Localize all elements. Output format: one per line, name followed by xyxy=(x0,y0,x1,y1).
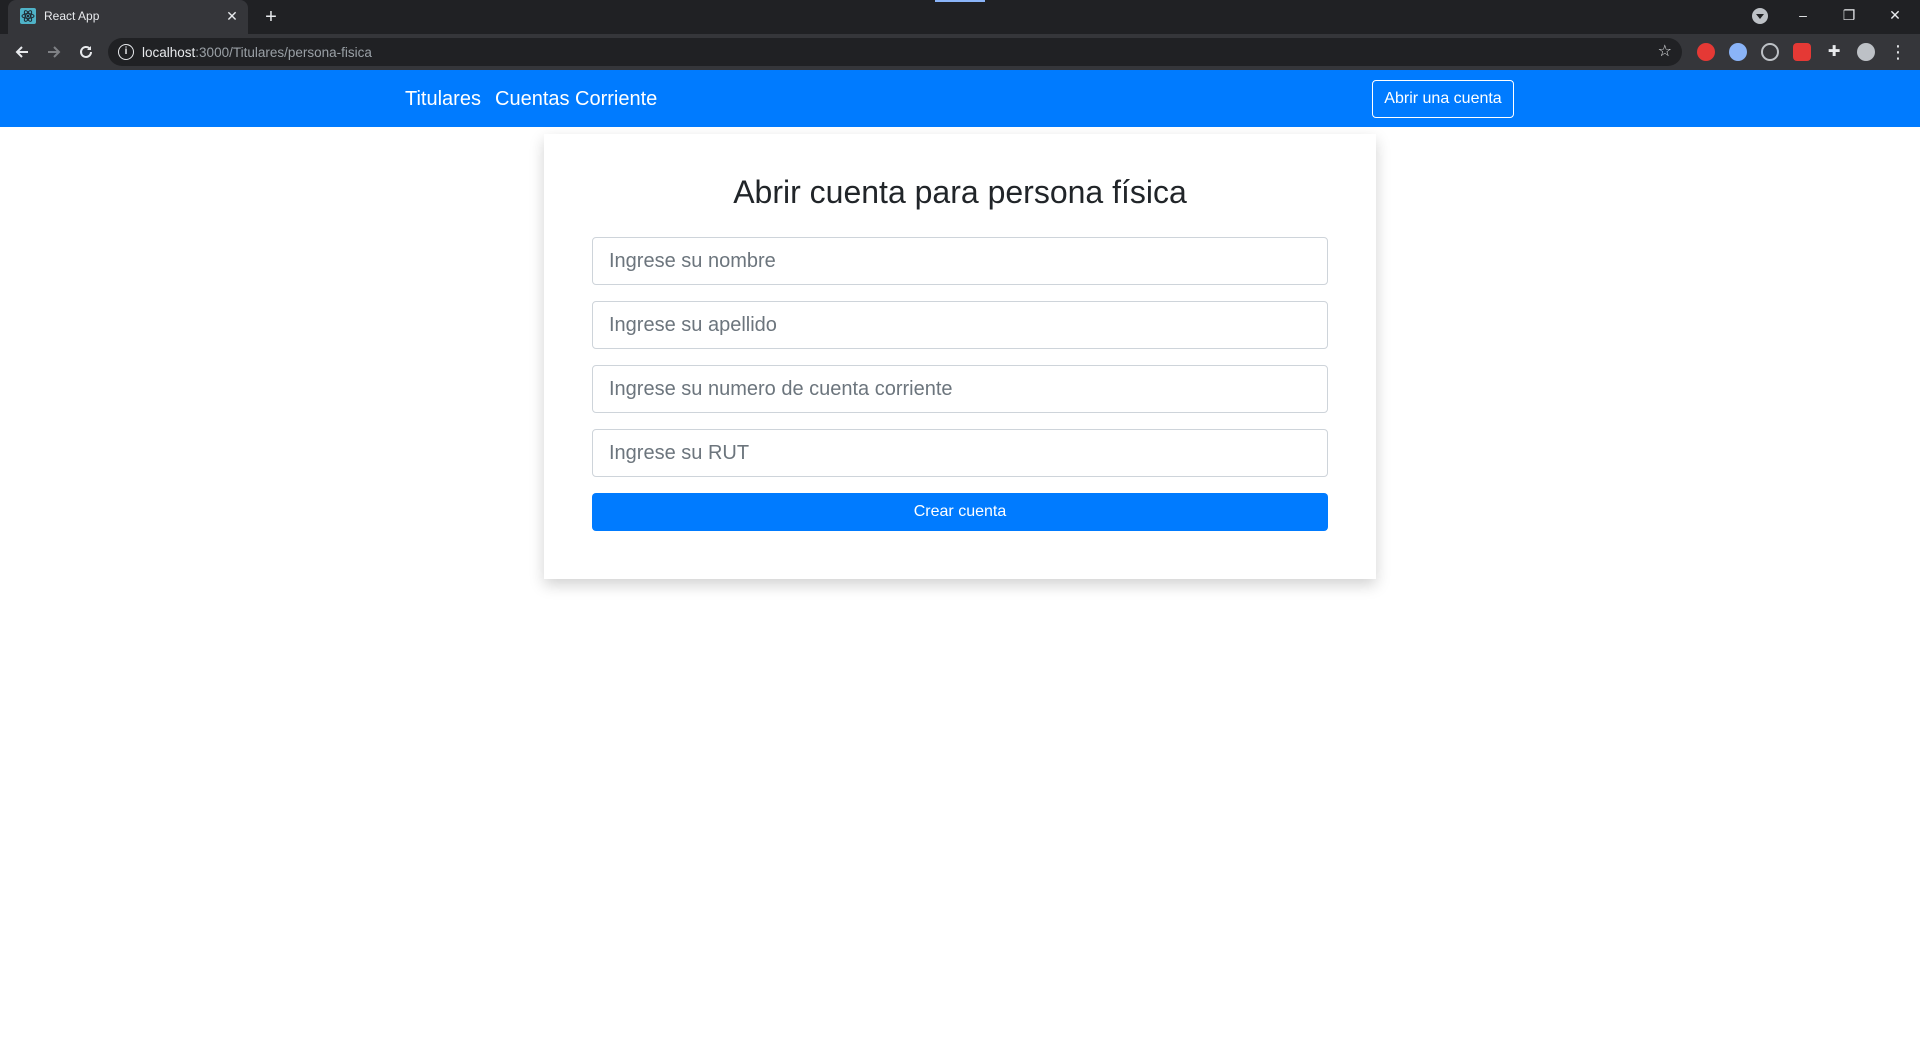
extension-red-calendar-icon[interactable] xyxy=(1793,43,1811,61)
adblock-icon[interactable] xyxy=(1697,43,1715,61)
nombre-input[interactable] xyxy=(592,237,1328,285)
tab-search-icon[interactable] xyxy=(1752,8,1768,24)
restore-button[interactable]: ❐ xyxy=(1826,0,1872,30)
nav-link-titulares[interactable]: Titulares xyxy=(405,88,481,111)
browser-tab[interactable]: React App ✕ xyxy=(8,0,248,34)
close-window-button[interactable]: ✕ xyxy=(1872,0,1918,30)
tab-close-icon[interactable]: ✕ xyxy=(224,8,240,24)
back-arrow-icon[interactable] xyxy=(10,40,34,64)
page-title: Abrir cuenta para persona física xyxy=(733,174,1187,210)
url-path: :3000/Titulares/persona-fisica xyxy=(195,45,372,60)
cuenta-corriente-input[interactable] xyxy=(592,365,1328,413)
puzzle-icon[interactable]: ✚ xyxy=(1825,43,1843,61)
url-host: localhost xyxy=(142,45,196,60)
reload-icon[interactable] xyxy=(74,40,98,64)
app-navbar: Titulares Cuentas Corriente Abrir una cu… xyxy=(0,70,1920,127)
browser-toolbar: i localhost:3000/Titulares/persona-fisic… xyxy=(0,34,1920,70)
account-form-card: Abrir cuenta para persona física Crear c… xyxy=(544,134,1376,579)
menu-kebab-icon[interactable]: ⋮ xyxy=(1886,40,1910,64)
url-text[interactable]: localhost:3000/Titulares/persona-fisica xyxy=(142,45,372,60)
apellido-input[interactable] xyxy=(592,301,1328,349)
address-bar[interactable]: i localhost:3000/Titulares/persona-fisic… xyxy=(108,38,1682,66)
rut-input[interactable] xyxy=(592,429,1328,477)
tab-strip-indicator xyxy=(935,0,985,2)
new-tab-button[interactable]: + xyxy=(260,6,282,28)
forward-arrow-icon[interactable] xyxy=(42,40,66,64)
bookmark-star-icon[interactable]: ☆ xyxy=(1658,42,1672,62)
open-account-button[interactable]: Abrir una cuenta xyxy=(1372,80,1514,118)
site-info-icon[interactable]: i xyxy=(118,44,134,60)
create-account-button[interactable]: Crear cuenta xyxy=(592,493,1328,531)
extension-blue-icon[interactable] xyxy=(1729,43,1747,61)
react-favicon-icon xyxy=(20,8,36,24)
tab-title: React App xyxy=(44,9,100,23)
extension-target-icon[interactable] xyxy=(1761,43,1779,61)
minimize-button[interactable]: – xyxy=(1780,0,1826,30)
profile-avatar-icon[interactable] xyxy=(1857,43,1875,61)
nav-link-cuentas-corriente[interactable]: Cuentas Corriente xyxy=(495,88,657,111)
browser-titlebar: React App ✕ + – ❐ ✕ xyxy=(0,0,1920,34)
